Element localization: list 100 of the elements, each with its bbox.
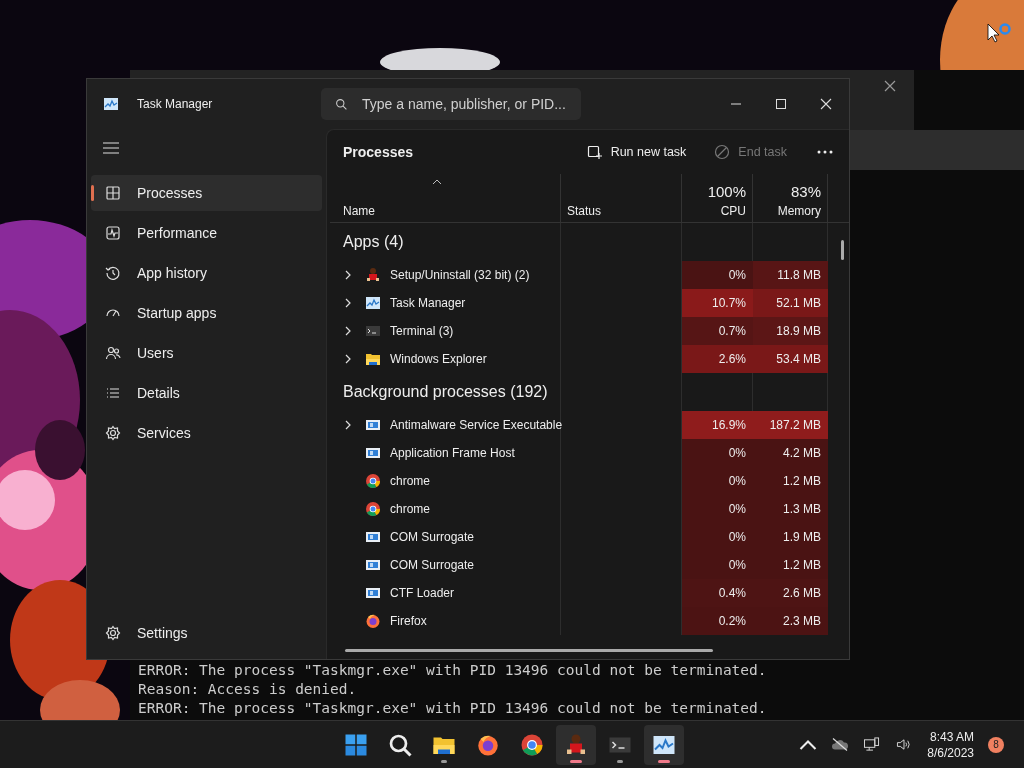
chevron-icon[interactable] [345,298,351,308]
menu-icon[interactable] [103,142,119,154]
run-task-button[interactable]: Run new task [574,138,699,166]
cpu-cell: 10.7% [682,289,753,317]
terminal-line: ERROR: The process "Taskmgr.exe" with PID 13496 could not be terminated. [138,699,768,718]
chevron-icon[interactable] [345,326,351,336]
process-name: Firefox [390,614,427,628]
memory-cell: 2.3 MB [753,607,828,635]
process-name: chrome [390,474,430,488]
clock-date[interactable]: 8/6/2023 [927,744,974,761]
memory-cell: 11.8 MB [753,261,828,289]
memory-cell: 53.4 MB [753,345,828,373]
sidebar-item[interactable]: Services [91,415,322,451]
process-window-icon [365,585,381,601]
grid-icon [105,185,121,201]
network-icon[interactable] [863,737,882,752]
column-header[interactable]: Memory [777,204,821,218]
process-fox-icon [365,613,381,629]
column-total: 100% [707,183,746,200]
clock-time[interactable]: 8:43 AM [929,728,974,745]
cpu-cell: 0% [682,261,753,289]
terminal-line: Reason: Access is denied. [138,680,358,699]
column-header[interactable]: CPU [720,204,746,218]
notification-count[interactable]: 8 [988,736,1004,753]
search-icon [335,97,348,111]
scroll-thumb[interactable] [345,649,713,652]
scroll-thumb[interactable] [841,240,844,260]
app-chart-icon [103,96,119,112]
process-name: CTF Loader [390,586,455,600]
memory-cell: 1.9 MB [753,523,828,551]
history-icon [105,265,121,281]
chevron-icon[interactable] [345,420,351,430]
group-header: Background processes (192) [343,383,548,401]
process-figure-icon [365,267,381,283]
process-name: Windows Explorer [390,352,487,366]
process-window-icon [365,445,381,461]
window-title: Task Manager [137,97,213,111]
sidebar-item[interactable]: Performance [91,215,322,251]
memory-cell: 1.3 MB [753,495,828,523]
gear-icon [105,625,121,641]
column-header[interactable]: Name [343,204,560,218]
maximize-icon[interactable] [775,98,787,110]
close-icon[interactable] [884,80,896,92]
memory-cell: 187.2 MB [753,411,828,439]
sidebar-item[interactable]: Users [91,335,322,371]
process-name: COM Surrogate [390,530,475,544]
sidebar-item[interactable]: Startup apps [91,295,322,331]
process-name: Antimalware Service Executable [390,418,563,432]
terminal-line: ERROR: The process "Taskmgr.exe" with PID 13496 could not be terminated. [138,661,768,680]
cpu-cell: 0% [682,439,753,467]
cpu-cell: 0% [682,523,753,551]
memory-cell: 4.2 MB [753,439,828,467]
process-folder-icon [365,351,381,367]
pulse-icon [105,225,121,241]
sidebar-item[interactable]: Processes [91,175,322,211]
chevron-icon[interactable] [345,270,351,280]
taskbar-app[interactable] [644,724,684,765]
sidebar-item[interactable]: Details [91,375,322,411]
process-window-icon [365,529,381,545]
process-window-icon [365,557,381,573]
cpu-cell: 0% [682,495,753,523]
memory-cell: 2.6 MB [753,579,828,607]
column-header[interactable]: Status [567,204,681,218]
search-field[interactable]: Type a name, publisher, or PID... [321,88,581,120]
list-icon [105,385,121,401]
process-window-icon [365,417,381,433]
prohibited-icon [714,144,731,160]
group-header: Apps (4) [343,233,404,251]
process-terminal-icon [365,323,381,339]
cpu-cell: 0.4% [682,579,753,607]
settings-item[interactable]: Settings [91,615,322,651]
cpu-cell: 0% [682,551,753,579]
cpu-cell: 16.9% [682,411,753,439]
taskbar-search-icon [388,732,412,757]
process-name: Terminal (3) [390,324,454,338]
gear-icon [105,425,121,441]
memory-cell: 1.2 MB [753,551,828,579]
memory-cell: 18.9 MB [753,317,828,345]
add-window-icon [586,144,603,160]
process-name: chrome [390,502,430,516]
chevron-icon[interactable] [345,354,351,364]
memory-cell: 52.1 MB [753,289,828,317]
cpu-cell: 2.6% [682,345,753,373]
process-chrome-icon [365,501,381,517]
page-title: Processes [343,144,414,160]
process-name: Application Frame Host [390,446,515,460]
taskbar-chrome-icon [520,732,544,757]
users-icon [105,345,121,361]
cpu-cell: 0% [682,467,753,495]
process-chrome-icon [365,473,381,489]
taskbar-app[interactable] [556,724,596,765]
cpu-cell: 0.7% [682,317,753,345]
taskbar-figure-icon [564,732,588,757]
cloud-off-icon[interactable] [831,737,850,752]
taskbar-windows-icon [344,732,368,757]
process-name: Task Manager [390,296,466,310]
process-chart-icon [365,295,381,311]
more-icon[interactable] [817,150,833,154]
cpu-cell: 0.2% [682,607,753,635]
sidebar-item[interactable]: App history [91,255,322,291]
